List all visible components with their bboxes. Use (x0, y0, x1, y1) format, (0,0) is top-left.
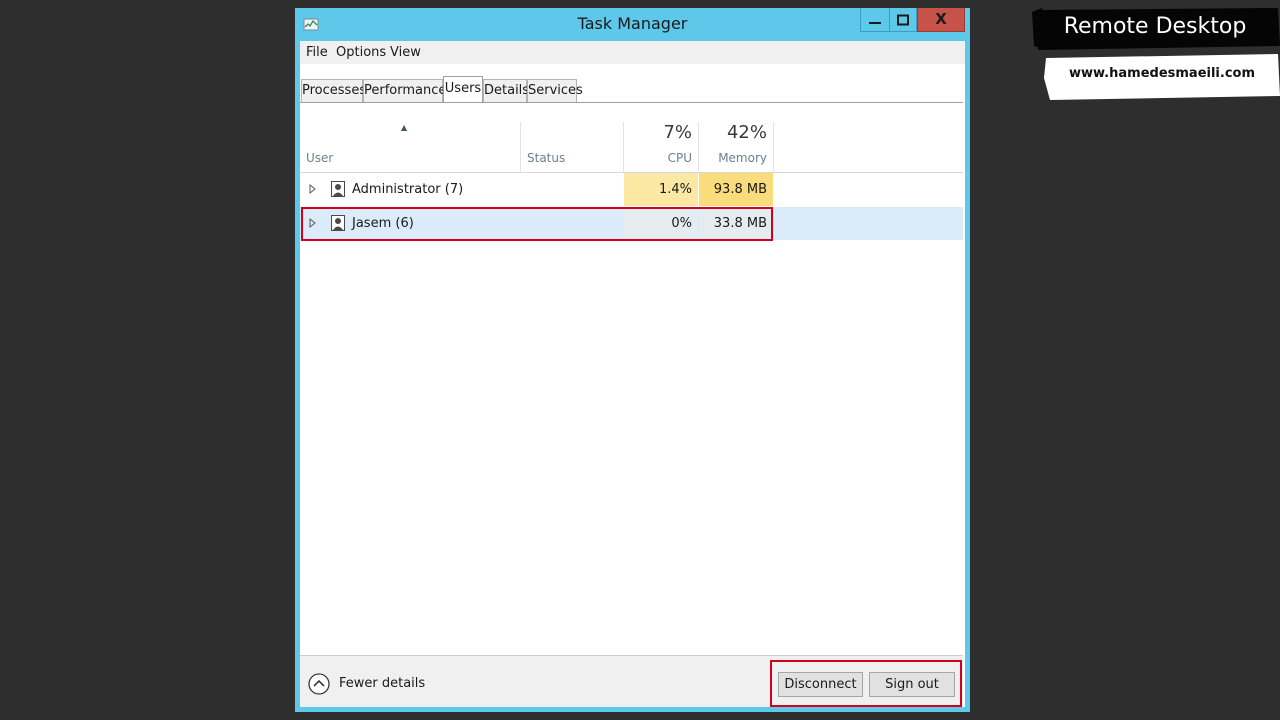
column-header-user[interactable]: ▲ User (300, 111, 520, 171)
menu-options[interactable]: Options (336, 45, 386, 60)
banner-title: Remote Desktop (1063, 14, 1247, 39)
menu-view[interactable]: View (390, 45, 421, 60)
tab-strip-divider (300, 102, 963, 103)
fewer-details-label: Fewer details (339, 676, 426, 691)
header-cpu-label: CPU (667, 151, 692, 165)
header-user-label: User (306, 151, 334, 165)
annotation-highlight-row (301, 207, 773, 241)
tab-services[interactable]: Services (527, 79, 583, 102)
column-header-status[interactable]: Status (521, 111, 623, 171)
row-user-name: Administrator (7) (352, 182, 464, 197)
header-memory-label: Memory (718, 151, 767, 165)
header-status-label: Status (527, 151, 566, 165)
menu-bar: File Options View (300, 41, 965, 64)
maximize-icon (897, 14, 909, 25)
maximize-button[interactable] (889, 8, 917, 32)
minimize-icon (869, 21, 881, 24)
cpu-total-percent: 7% (663, 122, 692, 143)
memory-total-percent: 42% (726, 122, 767, 143)
minimize-button[interactable] (860, 8, 889, 32)
row-cpu: 1.4% (624, 173, 698, 206)
table-row[interactable]: Administrator (7) 1.4% 93.8 MB (300, 173, 963, 206)
tab-processes[interactable]: Processes (301, 79, 366, 102)
expand-triangle-icon[interactable] (309, 184, 317, 194)
tab-users[interactable]: Users (443, 76, 483, 103)
sort-ascending-icon: ▲ (401, 123, 408, 132)
column-header-memory[interactable]: 42% Memory (699, 111, 773, 171)
window-client-area: File Options View Processes Performance … (300, 41, 965, 707)
watermark-banner: Remote Desktop www.hamedesmaeili.com (1030, 6, 1280, 102)
close-button[interactable]: X (917, 8, 965, 32)
row-memory: 93.8 MB (699, 173, 773, 206)
task-manager-window: Task Manager X File Options View Process… (295, 8, 970, 712)
fewer-details-button[interactable]: Fewer details (308, 673, 438, 697)
title-bar[interactable]: Task Manager X (295, 8, 970, 41)
close-icon: X (935, 10, 947, 28)
column-divider (773, 122, 774, 172)
tab-details[interactable]: Details (483, 79, 529, 102)
user-icon (331, 181, 345, 197)
annotation-highlight-buttons (770, 660, 962, 707)
footer-bar: Fewer details Disconnect Sign out (300, 656, 963, 707)
column-header-cpu[interactable]: 7% CPU (624, 111, 698, 171)
menu-file[interactable]: File (306, 45, 328, 60)
chevron-up-circle-icon (308, 673, 330, 695)
banner-url: www.hamedesmaeili.com (1068, 66, 1255, 81)
tab-performance[interactable]: Performance (363, 79, 446, 102)
